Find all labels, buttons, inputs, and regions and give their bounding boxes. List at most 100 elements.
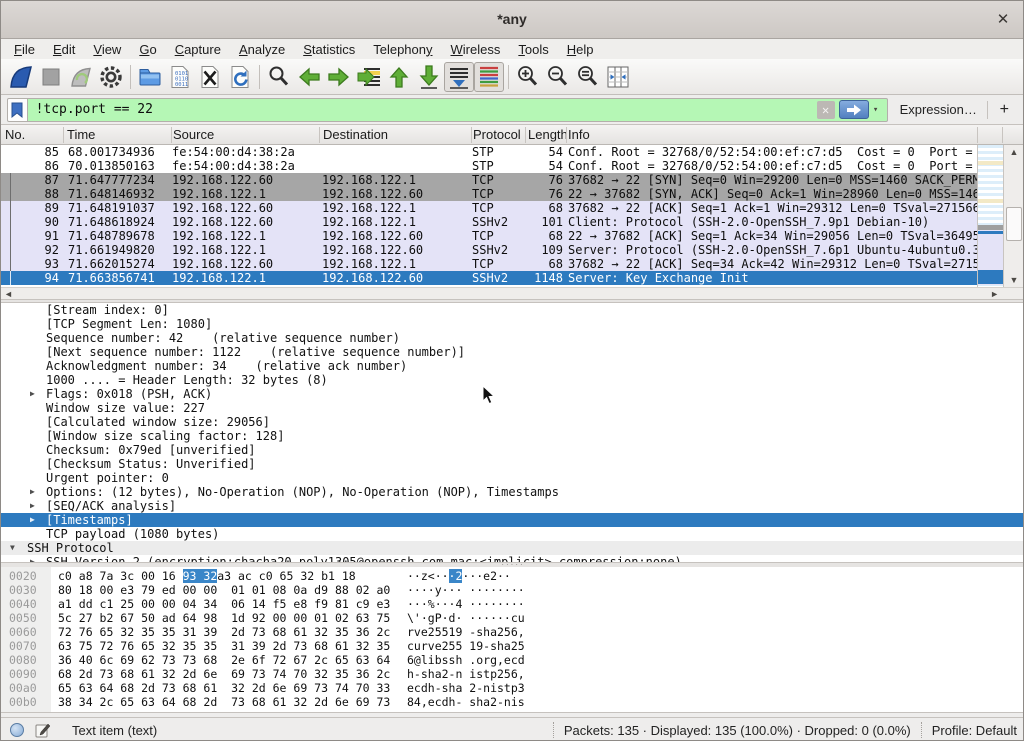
- menu-tools[interactable]: Tools: [509, 41, 557, 58]
- hex-bytes[interactable]: 72 76 65 32 35 35 31 39 2d 73 68 61 32 3…: [58, 625, 390, 639]
- packet-list-vertical-scrollbar[interactable]: ▲ ▼: [1003, 145, 1024, 287]
- go-back-button[interactable]: [294, 62, 324, 92]
- go-last-packet-button[interactable]: [414, 62, 444, 92]
- expression-button[interactable]: Expression…: [900, 102, 977, 117]
- hex-row-0060[interactable]: 006072 76 65 32 35 35 31 39 2d 73 68 61 …: [1, 625, 1024, 639]
- menu-statistics[interactable]: Statistics: [294, 41, 364, 58]
- column-divider[interactable]: [525, 127, 526, 143]
- find-packet-button[interactable]: [264, 62, 294, 92]
- tree-row[interactable]: ▶[Timestamps]: [1, 513, 1024, 527]
- column-header-destination[interactable]: Destination: [323, 127, 469, 142]
- menu-wireless[interactable]: Wireless: [442, 41, 510, 58]
- column-divider[interactable]: [566, 127, 567, 143]
- zoom-out-button[interactable]: [543, 62, 573, 92]
- hex-ascii[interactable]: h-sha2-n istp256,: [407, 667, 525, 681]
- packet-row-88[interactable]: 8871.648146932192.168.122.1192.168.122.6…: [1, 187, 977, 201]
- hex-ascii[interactable]: 84,ecdh- sha2-nis: [407, 695, 525, 709]
- tree-row[interactable]: 1000 .... = Header Length: 32 bytes (8): [1, 373, 1024, 387]
- hex-ascii[interactable]: rve25519 -sha256,: [407, 625, 525, 639]
- tree-row[interactable]: ▶Flags: 0x018 (PSH, ACK): [1, 387, 1024, 401]
- tree-row[interactable]: Urgent pointer: 0: [1, 471, 1024, 485]
- hex-bytes[interactable]: a1 dd c1 25 00 00 04 34 06 14 f5 e8 f9 8…: [58, 597, 390, 611]
- restart-capture-button[interactable]: [66, 62, 96, 92]
- scroll-down-icon[interactable]: ▼: [1004, 275, 1024, 285]
- tree-row[interactable]: [Window size scaling factor: 128]: [1, 429, 1024, 443]
- tree-row[interactable]: TCP payload (1080 bytes): [1, 527, 1024, 541]
- hex-row-0080[interactable]: 008036 40 6c 69 62 73 73 68 2e 6f 72 67 …: [1, 653, 1024, 667]
- auto-scroll-button[interactable]: [444, 62, 474, 92]
- scrollbar-thumb[interactable]: [1006, 207, 1022, 241]
- apply-filter-button[interactable]: [839, 100, 869, 119]
- add-filter-button[interactable]: +: [1000, 101, 1009, 119]
- menu-edit[interactable]: Edit: [44, 41, 84, 58]
- column-header-length[interactable]: Length: [528, 127, 568, 142]
- tree-row[interactable]: ▶Options: (12 bytes), No-Operation (NOP)…: [1, 485, 1024, 499]
- clear-filter-icon[interactable]: ✕: [817, 101, 835, 119]
- packet-row-87[interactable]: 8771.647777234192.168.122.60192.168.122.…: [1, 173, 977, 187]
- column-header-no[interactable]: No.: [5, 127, 61, 142]
- packet-row-93[interactable]: 9371.662015274192.168.122.60192.168.122.…: [1, 257, 977, 271]
- column-divider[interactable]: [977, 127, 978, 143]
- file-close-button[interactable]: [195, 62, 225, 92]
- hex-ascii[interactable]: ··z<···2 ····e2··: [407, 569, 511, 583]
- column-divider[interactable]: [471, 127, 472, 143]
- hex-bytes[interactable]: 5c 27 b2 67 50 ad 64 98 1d 92 00 00 01 0…: [58, 611, 390, 625]
- file-save-button[interactable]: 010101100011: [165, 62, 195, 92]
- wireshark-start-capture-button[interactable]: [6, 62, 36, 92]
- zoom-in-button[interactable]: [513, 62, 543, 92]
- go-forward-button[interactable]: [324, 62, 354, 92]
- packet-row-86[interactable]: 8670.013850163fe:54:00:d4:38:2aSTP54Conf…: [1, 159, 977, 173]
- column-divider[interactable]: [63, 127, 64, 143]
- expander-closed-icon[interactable]: ▶: [30, 387, 35, 401]
- hex-bytes[interactable]: 63 75 72 76 65 32 35 35 31 39 2d 73 68 6…: [58, 639, 390, 653]
- packet-list-header[interactable]: No.TimeSourceDestinationProtocolLengthIn…: [1, 125, 1024, 145]
- hex-row-0040[interactable]: 0040a1 dd c1 25 00 00 04 34 06 14 f5 e8 …: [1, 597, 1024, 611]
- close-icon[interactable]: ✕: [993, 10, 1013, 30]
- tree-row[interactable]: [Stream index: 0]: [1, 303, 1024, 317]
- expander-open-icon[interactable]: ▼: [10, 541, 15, 555]
- title-bar[interactable]: *any ✕: [1, 1, 1023, 39]
- packet-row-85[interactable]: 8568.001734936fe:54:00:d4:38:2aSTP54Conf…: [1, 145, 977, 159]
- tree-row[interactable]: [TCP Segment Len: 1080]: [1, 317, 1024, 331]
- hex-row-0050[interactable]: 00505c 27 b2 67 50 ad 64 98 1d 92 00 00 …: [1, 611, 1024, 625]
- hex-bytes[interactable]: 80 18 00 e3 79 ed 00 00 01 01 08 0a d9 8…: [58, 583, 390, 597]
- menu-analyze[interactable]: Analyze: [230, 41, 294, 58]
- colorize-packets-button[interactable]: [474, 62, 504, 92]
- tree-row[interactable]: [Checksum Status: Unverified]: [1, 457, 1024, 471]
- tree-row[interactable]: [Next sequence number: 1122 (relative se…: [1, 345, 1024, 359]
- hex-row-0030[interactable]: 003080 18 00 e3 79 ed 00 00 01 01 08 0a …: [1, 583, 1024, 597]
- hex-row-00a0[interactable]: 00a065 63 64 68 2d 73 68 61 32 2d 6e 69 …: [1, 681, 1024, 695]
- stop-capture-button[interactable]: [36, 62, 66, 92]
- file-open-button[interactable]: [135, 62, 165, 92]
- packet-row-90[interactable]: 9071.648618924192.168.122.60192.168.122.…: [1, 215, 977, 229]
- column-divider[interactable]: [319, 127, 320, 143]
- hex-bytes[interactable]: 65 63 64 68 2d 73 68 61 32 2d 6e 69 73 7…: [58, 681, 390, 695]
- expander-closed-icon[interactable]: ▶: [30, 485, 35, 499]
- packet-row-91[interactable]: 9171.648789678192.168.122.1192.168.122.6…: [1, 229, 977, 243]
- hex-row-0070[interactable]: 007063 75 72 76 65 32 35 35 31 39 2d 73 …: [1, 639, 1024, 653]
- expert-info-icon[interactable]: [10, 723, 24, 737]
- menu-telephony[interactable]: Telephony: [364, 41, 441, 58]
- tree-row[interactable]: Checksum: 0x79ed [unverified]: [1, 443, 1024, 457]
- go-first-packet-button[interactable]: [384, 62, 414, 92]
- display-filter-input[interactable]: !tcp.port == 22 ✕ ▾: [28, 98, 888, 122]
- expander-closed-icon[interactable]: ▶: [30, 499, 35, 513]
- packet-list-horizontal-scrollbar[interactable]: ◄ ►: [1, 287, 1024, 299]
- file-reload-button[interactable]: [225, 62, 255, 92]
- hex-bytes[interactable]: 36 40 6c 69 62 73 73 68 2e 6f 72 67 2c 6…: [58, 653, 390, 667]
- hex-row-0020[interactable]: 0020c0 a8 7a 3c 00 16 93 32 85 a3 ac c0 …: [1, 569, 1024, 583]
- hex-ascii[interactable]: curve255 19-sha25: [407, 639, 525, 653]
- packet-row-92[interactable]: 9271.661949820192.168.122.1192.168.122.6…: [1, 243, 977, 257]
- tree-row[interactable]: Sequence number: 42 (relative sequence n…: [1, 331, 1024, 345]
- filter-bookmark-button[interactable]: [7, 98, 28, 122]
- tree-row[interactable]: Window size value: 227: [1, 401, 1024, 415]
- scroll-up-icon[interactable]: ▲: [1004, 147, 1024, 157]
- packet-row-94[interactable]: 9471.663856741192.168.122.1192.168.122.6…: [1, 271, 977, 285]
- hex-ascii[interactable]: \'·gP·d· ······cu: [407, 611, 525, 625]
- hex-ascii[interactable]: ···%···4 ········: [407, 597, 525, 611]
- hex-bytes[interactable]: 68 2d 73 68 61 32 2d 6e 69 73 74 70 32 3…: [58, 667, 390, 681]
- tree-row[interactable]: Acknowledgment number: 34 (relative ack …: [1, 359, 1024, 373]
- status-profile[interactable]: Profile: Default: [932, 723, 1017, 738]
- expander-closed-icon[interactable]: ▶: [30, 555, 35, 563]
- tree-row[interactable]: [Calculated window size: 29056]: [1, 415, 1024, 429]
